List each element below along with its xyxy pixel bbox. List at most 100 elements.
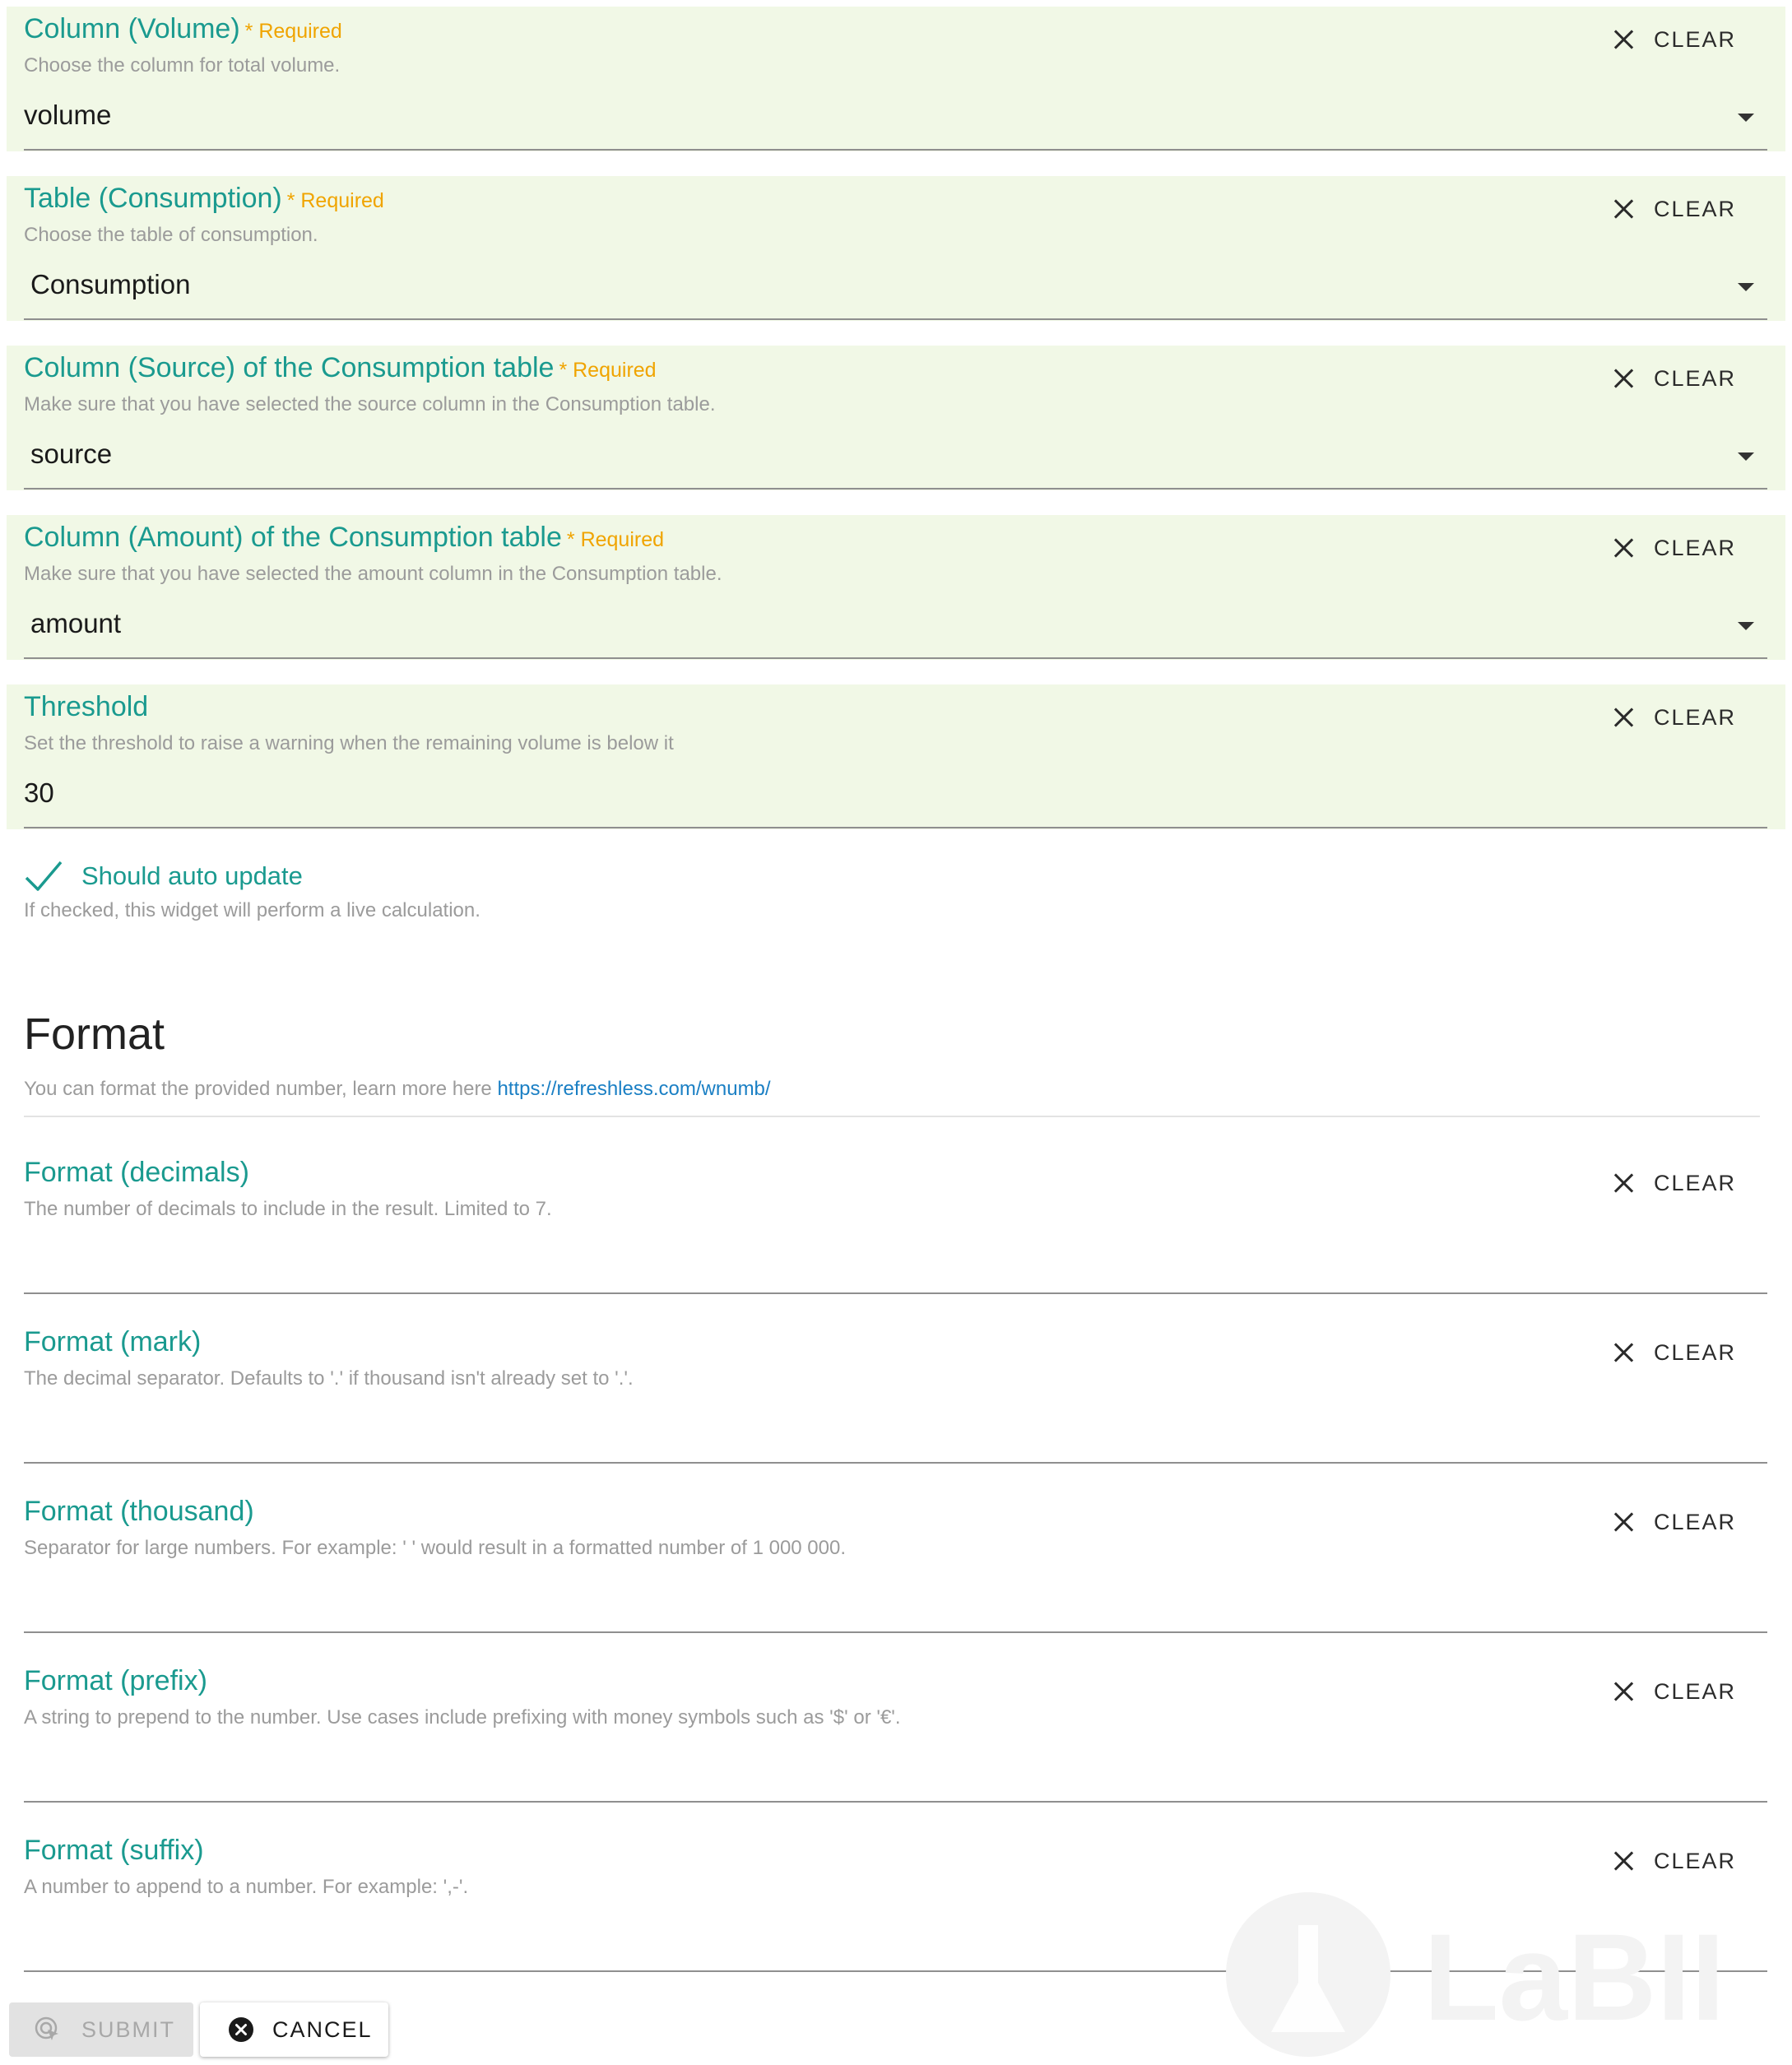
- field-label: Format (prefix): [24, 1665, 207, 1696]
- format-thousand-input[interactable]: [24, 1582, 1735, 1618]
- dropdown-arrow-icon[interactable]: [1738, 622, 1754, 630]
- format-suffix-input[interactable]: [24, 1921, 1735, 1957]
- close-icon: [1613, 537, 1634, 559]
- field-label: Threshold: [24, 691, 149, 722]
- column-amount-select[interactable]: amount: [30, 608, 121, 639]
- field-label: Format (decimals): [24, 1157, 249, 1188]
- field-column-volume: Column (Volume) * Required Choose the col…: [7, 7, 1785, 151]
- threshold-input[interactable]: 30: [24, 777, 54, 809]
- cancel-label: CANCEL: [272, 2016, 373, 2042]
- format-section-title: Format: [24, 1009, 165, 1059]
- required-indicator: * Required: [566, 528, 665, 551]
- format-mark-input[interactable]: [24, 1413, 1735, 1449]
- field-label: Table (Consumption) * Required: [24, 183, 384, 214]
- clear-button[interactable]: CLEAR: [1613, 362, 1736, 395]
- table-consumption-select[interactable]: Consumption: [30, 269, 190, 300]
- clear-label: CLEAR: [1653, 26, 1736, 52]
- section-divider: [24, 1116, 1760, 1117]
- field-threshold: Threshold Set the threshold to raise a w…: [7, 684, 1785, 829]
- close-icon: [1613, 198, 1634, 220]
- close-icon: [1613, 707, 1634, 728]
- field-label: Format (suffix): [24, 1835, 204, 1866]
- clear-button[interactable]: CLEAR: [1613, 1506, 1736, 1538]
- clear-label: CLEAR: [1653, 535, 1736, 560]
- field-label: Format (mark): [24, 1326, 202, 1357]
- clear-button[interactable]: CLEAR: [1613, 531, 1736, 564]
- submit-button[interactable]: SUBMIT: [9, 2002, 193, 2057]
- cancel-circle-icon: [229, 2017, 253, 2042]
- close-icon: [1613, 1342, 1634, 1363]
- required-indicator: * Required: [286, 189, 384, 212]
- field-underline: [24, 1631, 1767, 1633]
- auto-update-checkbox[interactable]: Should auto update: [24, 856, 303, 897]
- wnumb-docs-link[interactable]: https://refreshless.com/wnumb/: [497, 1078, 770, 1100]
- checkmark-icon[interactable]: [24, 858, 63, 894]
- close-icon: [1613, 1172, 1634, 1194]
- cancel-button[interactable]: CANCEL: [200, 2002, 388, 2057]
- field-label: Column (Amount) of the Consumption table…: [24, 522, 665, 553]
- field-help: Separator for large numbers. For example…: [24, 1537, 847, 1559]
- field-label: Column (Source) of the Consumption table…: [24, 352, 657, 383]
- field-column-amount: Column (Amount) of the Consumption table…: [7, 515, 1785, 660]
- field-underline: [24, 1801, 1767, 1803]
- field-format-thousand: Format (thousand) Separator for large nu…: [7, 1489, 1785, 1634]
- field-label: Column (Volume) * Required: [24, 13, 342, 44]
- auto-update-help: If checked, this widget will perform a l…: [24, 899, 480, 921]
- submit-label: SUBMIT: [81, 2016, 176, 2042]
- clear-button[interactable]: CLEAR: [1613, 1167, 1736, 1200]
- clear-label: CLEAR: [1653, 704, 1736, 730]
- field-format-mark: Format (mark) The decimal separator. Def…: [7, 1320, 1785, 1464]
- field-underline: [24, 827, 1767, 828]
- clear-button[interactable]: CLEAR: [1613, 1336, 1736, 1369]
- close-icon: [1613, 368, 1634, 389]
- field-help: A string to prepend to the number. Use c…: [24, 1706, 901, 1729]
- clear-button[interactable]: CLEAR: [1613, 1675, 1736, 1708]
- required-indicator: * Required: [244, 20, 342, 43]
- field-format-decimals: Format (decimals) The number of decimals…: [7, 1150, 1785, 1295]
- field-format-prefix: Format (prefix) A string to prepend to t…: [7, 1659, 1785, 1803]
- close-icon: [1613, 1850, 1634, 1872]
- clear-label: CLEAR: [1653, 1170, 1736, 1195]
- field-help: The number of decimals to include in the…: [24, 1198, 552, 1220]
- dropdown-arrow-icon[interactable]: [1738, 452, 1754, 461]
- format-section-description: You can format the provided number, lear…: [24, 1078, 771, 1100]
- field-underline: [24, 657, 1767, 659]
- field-underline: [24, 149, 1767, 151]
- field-help: A number to append to a number. For exam…: [24, 1876, 469, 1898]
- clear-button[interactable]: CLEAR: [1613, 701, 1736, 734]
- field-help: The decimal separator. Defaults to '.' i…: [24, 1367, 634, 1390]
- clear-label: CLEAR: [1653, 1509, 1736, 1534]
- field-underline: [24, 318, 1767, 320]
- field-table-consumption: Table (Consumption) * Required Choose the…: [7, 176, 1785, 321]
- field-underline: [24, 1970, 1767, 1972]
- dropdown-arrow-icon[interactable]: [1738, 283, 1754, 291]
- field-underline: [24, 1292, 1767, 1294]
- column-volume-select[interactable]: volume: [24, 100, 111, 131]
- format-prefix-input[interactable]: [24, 1752, 1735, 1788]
- field-column-source: Column (Source) of the Consumption table…: [7, 346, 1785, 490]
- clear-label: CLEAR: [1653, 1848, 1736, 1873]
- field-underline: [24, 1462, 1767, 1464]
- auto-update-label: Should auto update: [81, 861, 303, 890]
- required-indicator: * Required: [559, 359, 657, 382]
- clear-label: CLEAR: [1653, 1339, 1736, 1365]
- clear-label: CLEAR: [1653, 196, 1736, 221]
- field-help: Choose the column for total volume.: [24, 54, 341, 77]
- field-label: Format (thousand): [24, 1496, 254, 1527]
- field-format-suffix: Format (suffix) A number to append to a …: [7, 1828, 1785, 1973]
- clear-label: CLEAR: [1653, 1678, 1736, 1704]
- column-source-select[interactable]: source: [30, 439, 112, 470]
- close-icon: [1613, 29, 1634, 50]
- field-help: Make sure that you have selected the amo…: [24, 563, 722, 585]
- close-icon: [1613, 1511, 1634, 1533]
- close-icon: [1613, 1681, 1634, 1702]
- format-decimals-input[interactable]: [24, 1243, 1735, 1279]
- touch-icon: [35, 2016, 58, 2040]
- clear-label: CLEAR: [1653, 365, 1736, 391]
- field-help: Set the threshold to raise a warning whe…: [24, 732, 674, 754]
- field-help: Make sure that you have selected the sou…: [24, 393, 716, 415]
- clear-button[interactable]: CLEAR: [1613, 193, 1736, 225]
- dropdown-arrow-icon[interactable]: [1738, 114, 1754, 122]
- clear-button[interactable]: CLEAR: [1613, 23, 1736, 56]
- clear-button[interactable]: CLEAR: [1613, 1845, 1736, 1877]
